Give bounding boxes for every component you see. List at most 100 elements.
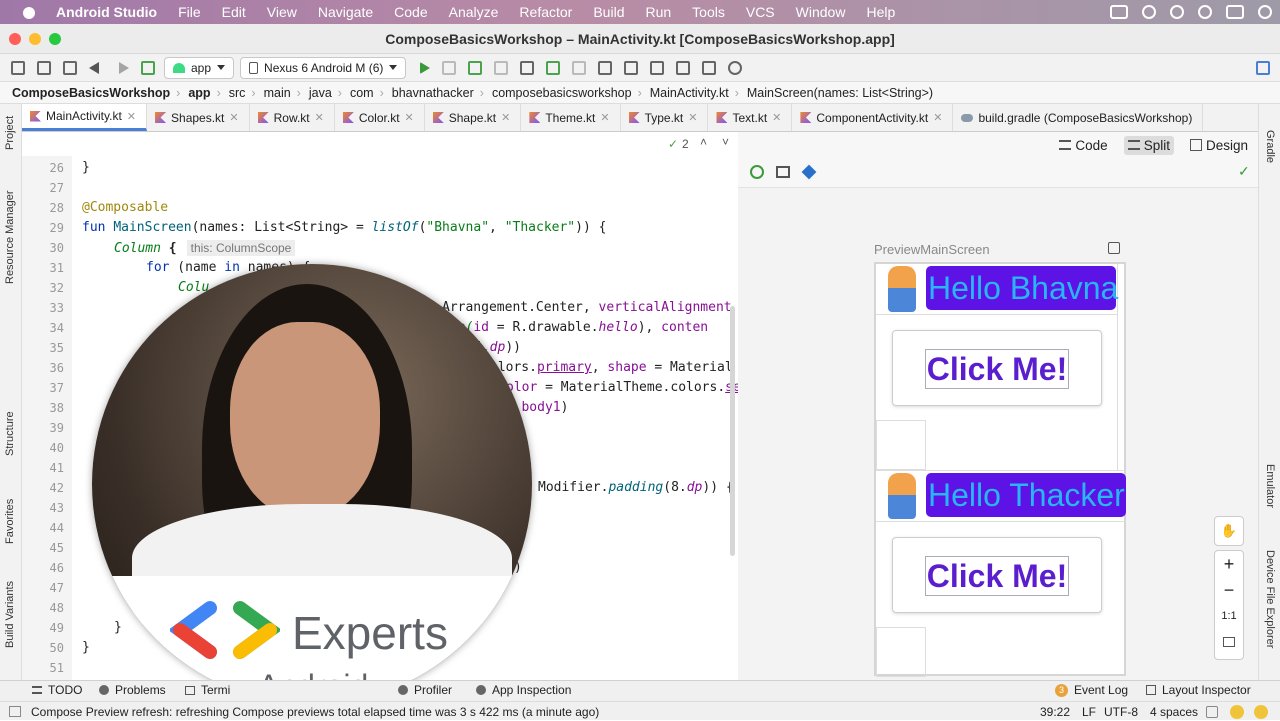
close-icon[interactable]: ✕ <box>405 111 414 124</box>
menu-vcs[interactable]: VCS <box>746 4 775 20</box>
close-icon[interactable]: ✕ <box>501 111 510 124</box>
tab-mainactivity[interactable]: MainActivity.kt ✕ <box>22 104 148 131</box>
menu-analyze[interactable]: Analyze <box>449 4 499 20</box>
control-center-icon[interactable] <box>1226 5 1244 19</box>
bottom-tab-layout-inspector[interactable]: Layout Inspector <box>1146 683 1251 697</box>
code-view-button[interactable]: Code <box>1055 136 1111 155</box>
back-arrow-icon[interactable] <box>89 61 103 75</box>
minimize-window-button[interactable] <box>29 33 41 45</box>
panel-toggle-icon[interactable] <box>9 706 21 717</box>
menu-help[interactable]: Help <box>866 4 895 20</box>
device-selector[interactable]: Nexus 6 Android M (6) <box>240 56 407 79</box>
breadcrumb-module[interactable]: app <box>188 86 210 100</box>
bottom-tab-problems[interactable]: Problems <box>99 683 166 697</box>
close-window-button[interactable] <box>9 33 21 45</box>
breadcrumb-src[interactable]: src <box>229 86 246 100</box>
pan-tool-button[interactable]: ✋ <box>1214 516 1244 546</box>
module-selector[interactable]: app <box>164 56 235 79</box>
display-icon[interactable] <box>1110 5 1128 19</box>
bottom-tab-todo[interactable]: TODO <box>32 683 82 697</box>
smiley-icon[interactable] <box>1230 705 1244 719</box>
stop-icon[interactable] <box>572 60 587 75</box>
tool-favorites[interactable]: Favorites <box>4 499 16 544</box>
zoom-window-button[interactable] <box>49 33 61 45</box>
bottom-tab-terminal[interactable]: Termi <box>185 683 230 697</box>
terminal-icon[interactable] <box>702 60 717 75</box>
menu-window[interactable]: Window <box>796 4 846 20</box>
deploy-icon[interactable] <box>1108 242 1120 254</box>
check-icon[interactable]: ✓ <box>668 137 678 151</box>
menu-tools[interactable]: Tools <box>692 4 725 20</box>
zoom-out-button[interactable]: − <box>1215 577 1243 603</box>
cursor-position[interactable]: 39:22 <box>1040 705 1070 719</box>
tab-componentactivity[interactable]: ComponentActivity.kt ✕ <box>792 104 954 131</box>
wifi-icon[interactable] <box>1198 5 1212 19</box>
split-view-button[interactable]: Split <box>1123 135 1174 155</box>
profile-icon[interactable] <box>520 60 535 75</box>
moon-icon[interactable] <box>1170 5 1184 19</box>
layout-icon[interactable] <box>776 166 790 178</box>
tool-project[interactable]: Project <box>4 116 16 150</box>
design-view-button[interactable]: Design <box>1186 136 1252 155</box>
tab-shape[interactable]: Shape.kt ✕ <box>425 104 522 131</box>
forward-arrow-icon[interactable] <box>115 61 129 75</box>
open-folder-icon[interactable] <box>11 60 25 75</box>
tool-emulator[interactable]: Emulator <box>1264 464 1276 508</box>
close-icon[interactable]: ✕ <box>315 111 324 124</box>
close-icon[interactable]: ✕ <box>229 111 238 124</box>
tool-device-file-explorer[interactable]: Device File Explorer <box>1264 550 1276 648</box>
breadcrumb-java[interactable]: java <box>309 86 332 100</box>
editor-scrollbar[interactable] <box>730 306 735 556</box>
menu-file[interactable]: File <box>178 4 201 20</box>
search-icon[interactable] <box>1142 5 1156 19</box>
preview-button[interactable]: Click Me! <box>892 330 1102 406</box>
menu-navigate[interactable]: Navigate <box>318 4 373 20</box>
tab-build-gradle[interactable]: build.gradle (ComposeBasicsWorkshop) <box>953 104 1204 131</box>
tab-row[interactable]: Row.kt ✕ <box>250 104 335 131</box>
project-structure-icon[interactable] <box>676 60 691 75</box>
breadcrumb-com[interactable]: com <box>350 86 374 100</box>
assistant-icon[interactable] <box>1256 60 1270 75</box>
search-icon[interactable] <box>728 60 743 75</box>
close-icon[interactable]: ✕ <box>772 111 781 124</box>
breadcrumb-package-2[interactable]: composebasicsworkshop <box>492 86 632 100</box>
menu-code[interactable]: Code <box>394 4 427 20</box>
line-separator[interactable]: LF <box>1082 705 1096 719</box>
save-icon[interactable] <box>37 60 51 75</box>
chevron-down-icon[interactable]: ˅ <box>722 135 729 149</box>
tab-type[interactable]: Type.kt ✕ <box>621 104 709 131</box>
indent-setting[interactable]: 4 spaces <box>1150 705 1198 719</box>
zoom-in-button[interactable]: + <box>1215 551 1243 577</box>
tab-shapes[interactable]: Shapes.kt ✕ <box>147 104 250 131</box>
layers-icon[interactable] <box>801 164 817 180</box>
menu-refactor[interactable]: Refactor <box>519 4 572 20</box>
menu-view[interactable]: View <box>267 4 297 20</box>
smiley-icon[interactable] <box>1254 705 1268 719</box>
lock-icon[interactable] <box>1206 706 1218 718</box>
tab-text[interactable]: Text.kt ✕ <box>708 104 793 131</box>
close-icon[interactable]: ✕ <box>600 111 609 124</box>
bottom-tab-profiler[interactable]: Profiler <box>398 683 452 697</box>
run-icon[interactable] <box>420 61 431 74</box>
avd-manager-icon[interactable] <box>624 60 639 75</box>
sdk-manager-icon[interactable] <box>650 60 665 75</box>
zoom-fit-button[interactable] <box>1215 629 1243 655</box>
hammer-icon[interactable] <box>141 60 155 75</box>
bottom-tab-event-log[interactable]: 3 Event Log <box>1055 683 1128 697</box>
apple-icon[interactable] <box>20 4 40 20</box>
menu-edit[interactable]: Edit <box>222 4 246 20</box>
chevron-up-icon[interactable]: ˄ <box>700 135 707 149</box>
menu-run[interactable]: Run <box>645 4 671 20</box>
rerun-icon[interactable] <box>442 60 457 75</box>
bottom-tab-app-inspection[interactable]: App Inspection <box>476 683 571 697</box>
tab-theme[interactable]: Theme.kt ✕ <box>521 104 621 131</box>
gradle-sync-icon[interactable] <box>598 60 613 75</box>
close-icon[interactable]: ✕ <box>933 111 942 124</box>
breadcrumb-file[interactable]: MainActivity.kt <box>650 86 729 100</box>
breadcrumb-function[interactable]: MainScreen(names: List<String>) <box>747 86 933 100</box>
zoom-actual-button[interactable]: 1:1 <box>1215 603 1243 629</box>
tool-structure[interactable]: Structure <box>4 411 16 456</box>
refresh-icon[interactable] <box>750 165 764 179</box>
tool-resource-manager[interactable]: Resource Manager <box>4 190 16 284</box>
tab-color[interactable]: Color.kt ✕ <box>335 104 425 131</box>
